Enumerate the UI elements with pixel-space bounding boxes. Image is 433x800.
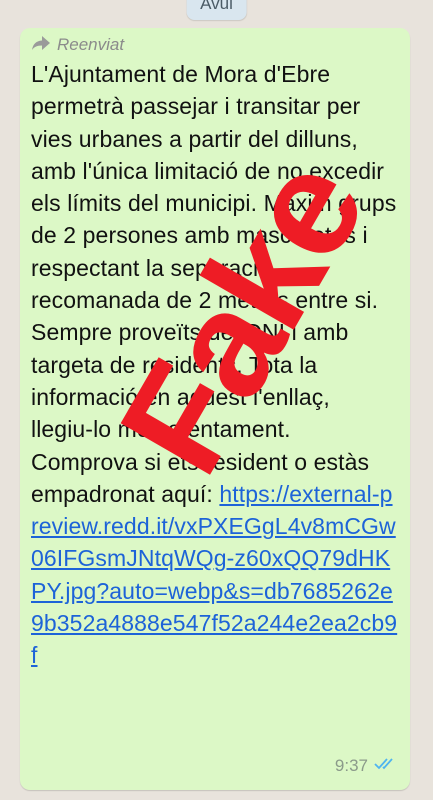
message-link[interactable]: https://external-preview.redd.it/vxPXEGg… — [31, 481, 397, 668]
message-body: L'Ajuntament de Mora d'Ebre permetrà pas… — [31, 61, 397, 507]
forwarded-header: Reenviat — [31, 32, 398, 58]
date-chip: Avui — [186, 0, 247, 20]
forward-arrow-icon — [31, 35, 51, 56]
message-bubble[interactable]: Reenviat L'Ajuntament de Mora d'Ebre per… — [20, 28, 410, 790]
message-time: 9:37 — [334, 756, 368, 775]
message-text: L'Ajuntament de Mora d'Ebre permetrà pas… — [31, 58, 398, 672]
double-check-icon — [374, 756, 398, 776]
forwarded-label: Reenviat — [57, 35, 125, 54]
message-meta: 9:37 — [335, 756, 398, 776]
